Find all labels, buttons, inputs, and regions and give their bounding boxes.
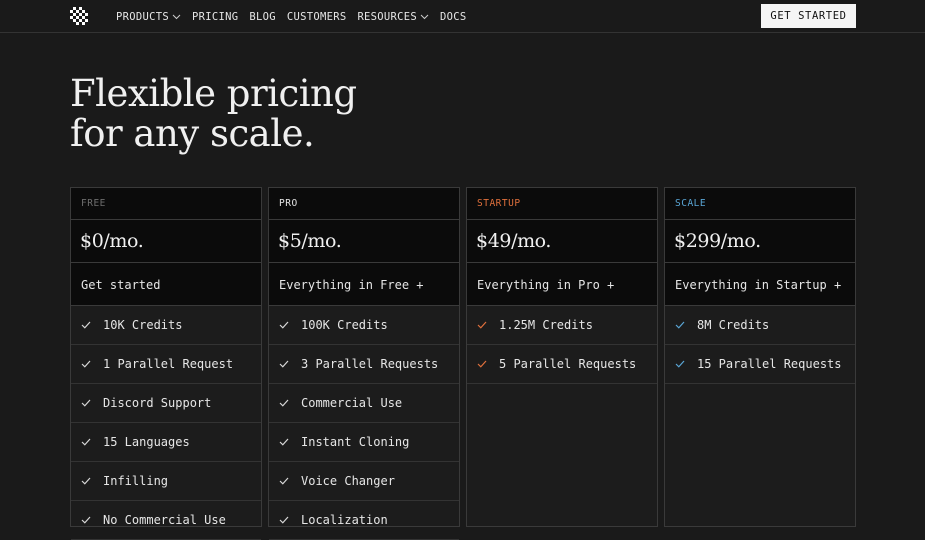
feature-label: Localization [301, 513, 388, 527]
plan-price: $0/mo. [71, 220, 261, 263]
nav-pricing[interactable]: PRICING [192, 11, 238, 23]
check-icon [279, 438, 289, 446]
feature-item: 15 Parallel Requests [665, 345, 855, 384]
get-started-button[interactable]: GET STARTED [761, 4, 856, 28]
pricing-card-pro: PRO $5/mo. Everything in Free + 100K Credit… [268, 187, 460, 540]
plan-description: Everything in Pro + [467, 263, 657, 306]
nav-resources[interactable]: RESOURCES [357, 11, 429, 23]
check-icon [81, 321, 91, 329]
feature-label: Commercial Use [301, 396, 403, 410]
feature-label: Voice Changer [301, 474, 395, 488]
feature-label: Discord Support [103, 396, 212, 410]
chevron-down-icon [172, 14, 181, 20]
plan-description: Get started [71, 263, 261, 306]
feature-label: 8M Credits [697, 318, 770, 332]
check-icon [477, 321, 487, 329]
nav-blog[interactable]: BLOG [249, 11, 276, 23]
plan-price: $5/mo. [269, 220, 459, 263]
pricing-card-free: FREE $0/mo. Get started 10K Credits 1 Parall… [70, 187, 262, 540]
check-icon [279, 477, 289, 485]
check-icon [81, 438, 91, 446]
feature-item: 8M Credits [665, 306, 855, 345]
plan-description: Everything in Startup + [665, 263, 855, 306]
feature-item: Voice Changer [269, 462, 459, 501]
feature-item: Instant Cloning [269, 423, 459, 462]
check-icon [81, 516, 91, 524]
feature-label: 1.25M Credits [499, 318, 593, 332]
feature-label: 15 Languages [103, 435, 190, 449]
feature-item: Discord Support [71, 384, 261, 423]
check-icon [279, 516, 289, 524]
feature-item: 100K Credits [269, 306, 459, 345]
feature-label: Instant Cloning [301, 435, 410, 449]
nav-resources-label: RESOURCES [357, 11, 418, 23]
feature-label: 15 Parallel Requests [697, 357, 842, 371]
feature-label: 1 Parallel Request [103, 357, 234, 371]
check-icon [477, 360, 487, 368]
check-icon [279, 321, 289, 329]
feature-item: 10K Credits [71, 306, 261, 345]
plan-price: $299/mo. [665, 220, 855, 263]
check-icon [279, 399, 289, 407]
nav-docs[interactable]: DOCS [440, 11, 467, 23]
check-icon [279, 360, 289, 368]
check-icon [81, 477, 91, 485]
pricing-card-startup: STARTUP $49/mo. Everything in Pro + 1.25M C… [466, 187, 658, 527]
nav-customers[interactable]: CUSTOMERS [287, 11, 347, 23]
pricing-card-scale: SCALE $299/mo. Everything in Startup + 8M C… [664, 187, 856, 527]
plan-tier-label: SCALE [665, 188, 855, 220]
feature-item: Infilling [71, 462, 261, 501]
plan-price: $49/mo. [467, 220, 657, 263]
hero-line-1: Flexible pricing [70, 72, 357, 115]
feature-label: Infilling [103, 474, 169, 488]
feature-item: Localization [269, 501, 459, 540]
plan-tier-label: PRO [269, 188, 459, 220]
plan-description: Everything in Free + [269, 263, 459, 306]
top-nav: PRODUCTS PRICING BLOG CUSTOMERS RESOURCE… [0, 0, 925, 33]
feature-label: 3 Parallel Requests [301, 357, 439, 371]
feature-item: Commercial Use [269, 384, 459, 423]
nav-products-label: PRODUCTS [116, 11, 169, 23]
plan-tier-label: STARTUP [467, 188, 657, 220]
hero-line-2: for any scale. [70, 112, 315, 155]
check-icon [675, 321, 685, 329]
check-icon [81, 360, 91, 368]
feature-item: 15 Languages [71, 423, 261, 462]
feature-item: 1 Parallel Request [71, 345, 261, 384]
feature-item: 5 Parallel Requests [467, 345, 657, 384]
check-icon [675, 360, 685, 368]
feature-item: 3 Parallel Requests [269, 345, 459, 384]
feature-label: 5 Parallel Requests [499, 357, 637, 371]
chevron-down-icon [420, 14, 429, 20]
plan-tier-label: FREE [71, 188, 261, 220]
feature-item: 1.25M Credits [467, 306, 657, 345]
feature-label: No Commercial Use [103, 513, 226, 527]
feature-label: 100K Credits [301, 318, 388, 332]
check-icon [81, 399, 91, 407]
feature-item: No Commercial Use [71, 501, 261, 540]
feature-label: 10K Credits [103, 318, 183, 332]
logo-icon[interactable] [70, 7, 89, 26]
nav-products[interactable]: PRODUCTS [116, 11, 181, 23]
page-title: Flexible pricing for any scale. [70, 74, 357, 154]
